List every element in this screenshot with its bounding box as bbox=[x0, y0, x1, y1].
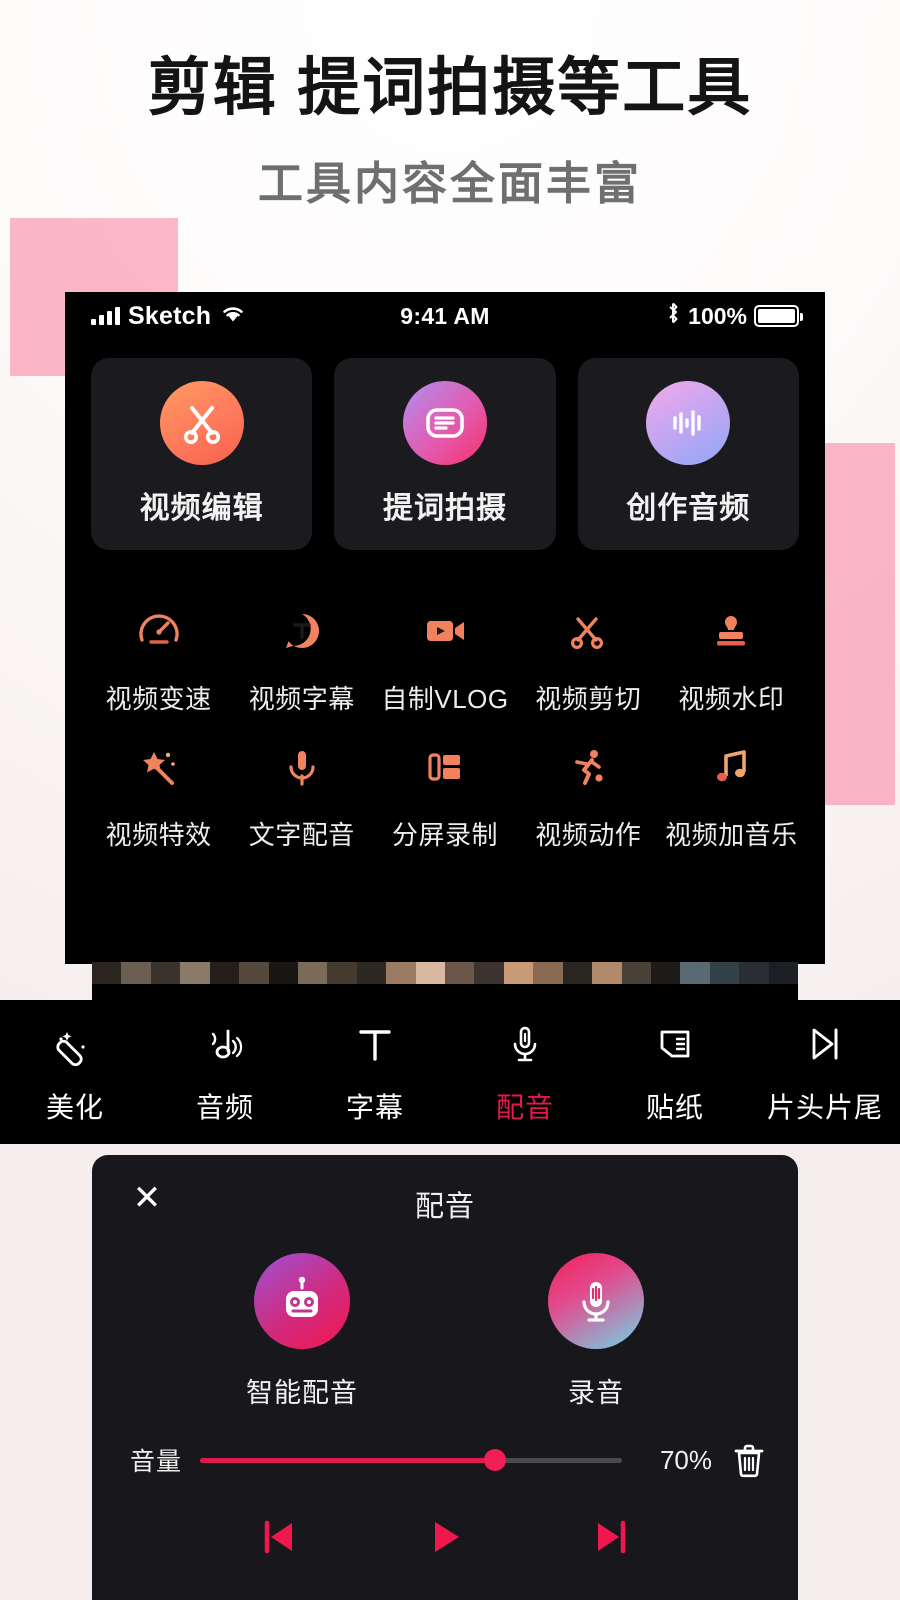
tool-item-split-record[interactable]: 分屏录制 bbox=[373, 716, 516, 852]
audio-note-icon bbox=[202, 1018, 248, 1070]
feature-card-label: 视频编辑 bbox=[139, 492, 264, 525]
tool-item-speed[interactable]: 视频变速 bbox=[87, 580, 230, 716]
toolbar-item-label: 美化 bbox=[45, 1092, 104, 1123]
dubbing-option-label: 智能配音 bbox=[246, 1378, 358, 1408]
microphone-icon bbox=[273, 738, 331, 796]
tool-item-label: 视频加音乐 bbox=[665, 820, 798, 850]
tool-grid: 视频变速 视频字幕 自制VLOG 视频剪切 视频水印 视频特效 文字配音 分屏录… bbox=[65, 550, 825, 852]
tool-item-text-dub[interactable]: 文字配音 bbox=[230, 716, 373, 852]
toolbar-item-label: 音频 bbox=[195, 1092, 254, 1123]
phone-screen-tools: Sketch 9:41 AM 100% 视频编辑 提词拍摄 创作音频 视频变速 … bbox=[65, 292, 825, 964]
feature-card-label: 创作音频 bbox=[626, 492, 751, 525]
video-camera-icon bbox=[416, 602, 474, 660]
play-icon[interactable] bbox=[422, 1514, 468, 1560]
music-note-icon bbox=[702, 738, 760, 796]
signal-bars-icon bbox=[91, 307, 120, 325]
tool-item-subtitle[interactable]: 视频字幕 bbox=[230, 580, 373, 716]
magic-wand-icon bbox=[52, 1018, 98, 1070]
headings-block: 剪辑 提词拍摄等工具 工具内容全面丰富 bbox=[0, 0, 900, 210]
tool-item-motion[interactable]: 视频动作 bbox=[517, 716, 660, 852]
running-person-icon bbox=[559, 738, 617, 796]
tool-item-label: 视频动作 bbox=[535, 820, 642, 850]
magic-wand-icon bbox=[130, 738, 188, 796]
tool-item-vlog[interactable]: 自制VLOG bbox=[373, 580, 516, 716]
dubbing-option-row: 智能配音 录音 bbox=[92, 1253, 798, 1410]
scissors-icon bbox=[159, 381, 244, 465]
dubbing-option-record[interactable]: 录音 bbox=[548, 1253, 644, 1410]
volume-row: 音量 70% bbox=[92, 1410, 798, 1480]
toolbar-item-beautify[interactable]: 美化 bbox=[0, 1018, 150, 1126]
page-title: 剪辑 提词拍摄等工具 bbox=[147, 53, 753, 123]
dubbing-panel-header: ✕ 配音 bbox=[92, 1155, 798, 1241]
volume-label: 音量 bbox=[130, 1448, 183, 1476]
split-screen-icon bbox=[416, 738, 474, 796]
speedometer-icon bbox=[130, 602, 188, 660]
robot-icon bbox=[254, 1253, 350, 1349]
toolbar-item-label: 字幕 bbox=[345, 1092, 404, 1123]
skip-end-icon bbox=[802, 1018, 848, 1070]
tool-item-effects[interactable]: 视频特效 bbox=[87, 716, 230, 852]
toolbar-item-audio[interactable]: 音频 bbox=[150, 1018, 300, 1126]
waveform-icon bbox=[646, 381, 731, 465]
tool-item-label: 自制VLOG bbox=[381, 684, 509, 714]
status-bar: Sketch 9:41 AM 100% bbox=[65, 292, 825, 340]
tool-item-label: 视频剪切 bbox=[535, 684, 642, 714]
editor-toolbar: 美化 音频 字幕 配音 贴纸 片头片尾 bbox=[0, 1000, 900, 1144]
text-t-icon bbox=[352, 1018, 398, 1070]
bluetooth-icon bbox=[665, 301, 681, 331]
slider-thumb[interactable] bbox=[484, 1449, 507, 1471]
dubbing-option-ai[interactable]: 智能配音 bbox=[246, 1253, 358, 1410]
slider-fill bbox=[200, 1457, 496, 1463]
teleprompter-icon bbox=[402, 381, 487, 465]
tool-item-label: 视频水印 bbox=[678, 684, 785, 714]
sticker-icon bbox=[652, 1018, 698, 1070]
feature-card-teleprompter[interactable]: 提词拍摄 bbox=[334, 358, 556, 550]
microphone-icon bbox=[502, 1018, 548, 1070]
stamp-icon bbox=[702, 602, 760, 660]
toolbar-item-label: 片头片尾 bbox=[766, 1092, 883, 1123]
dubbing-panel: ✕ 配音 智能配音 录音 音量 70% bbox=[92, 1155, 798, 1600]
tool-item-add-music[interactable]: 视频加音乐 bbox=[660, 716, 803, 852]
wifi-icon bbox=[219, 303, 247, 330]
volume-slider[interactable] bbox=[200, 1449, 622, 1471]
feature-card-label: 提词拍摄 bbox=[382, 492, 507, 525]
tool-item-cut[interactable]: 视频剪切 bbox=[517, 580, 660, 716]
dubbing-panel-title: 配音 bbox=[414, 1191, 475, 1223]
volume-value: 70% bbox=[659, 1444, 712, 1475]
feature-card-create-audio[interactable]: 创作音频 bbox=[577, 358, 799, 550]
battery-full-icon bbox=[754, 305, 803, 327]
dubbing-option-label: 录音 bbox=[568, 1378, 624, 1408]
microphone-record-icon bbox=[548, 1253, 644, 1349]
tool-item-label: 文字配音 bbox=[248, 820, 355, 850]
feature-card-row: 视频编辑 提词拍摄 创作音频 bbox=[65, 340, 825, 550]
tool-grid-row-1: 视频变速 视频字幕 自制VLOG 视频剪切 视频水印 bbox=[87, 580, 803, 716]
tool-item-label: 视频字幕 bbox=[248, 684, 355, 714]
skip-next-icon[interactable] bbox=[588, 1514, 634, 1560]
tool-grid-row-2: 视频特效 文字配音 分屏录制 视频动作 视频加音乐 bbox=[87, 716, 803, 852]
toolbar-item-label: 贴纸 bbox=[645, 1092, 704, 1123]
battery-percent-label: 100% bbox=[688, 302, 747, 329]
text-bubble-icon bbox=[273, 602, 331, 660]
toolbar-item-subtitle[interactable]: 字幕 bbox=[300, 1018, 450, 1126]
toolbar-item-dubbing[interactable]: 配音 bbox=[450, 1018, 600, 1126]
page-subtitle: 工具内容全面丰富 bbox=[257, 158, 642, 210]
status-time: 9:41 AM bbox=[400, 302, 490, 329]
tool-item-watermark[interactable]: 视频水印 bbox=[660, 580, 803, 716]
toolbar-item-label: 配音 bbox=[495, 1092, 554, 1123]
playback-controls bbox=[92, 1514, 798, 1560]
carrier-label: Sketch bbox=[128, 301, 212, 330]
toolbar-item-sticker[interactable]: 贴纸 bbox=[600, 1018, 750, 1126]
tool-item-label: 分屏录制 bbox=[392, 820, 499, 850]
tool-item-label: 视频变速 bbox=[105, 684, 212, 714]
close-icon[interactable]: ✕ bbox=[130, 1181, 164, 1215]
feature-card-video-edit[interactable]: 视频编辑 bbox=[91, 358, 313, 550]
skip-previous-icon[interactable] bbox=[256, 1514, 302, 1560]
trash-icon[interactable] bbox=[730, 1440, 768, 1480]
scissors-icon bbox=[559, 602, 617, 660]
tool-item-label: 视频特效 bbox=[105, 820, 212, 850]
toolbar-item-intro-outro[interactable]: 片头片尾 bbox=[750, 1018, 900, 1126]
